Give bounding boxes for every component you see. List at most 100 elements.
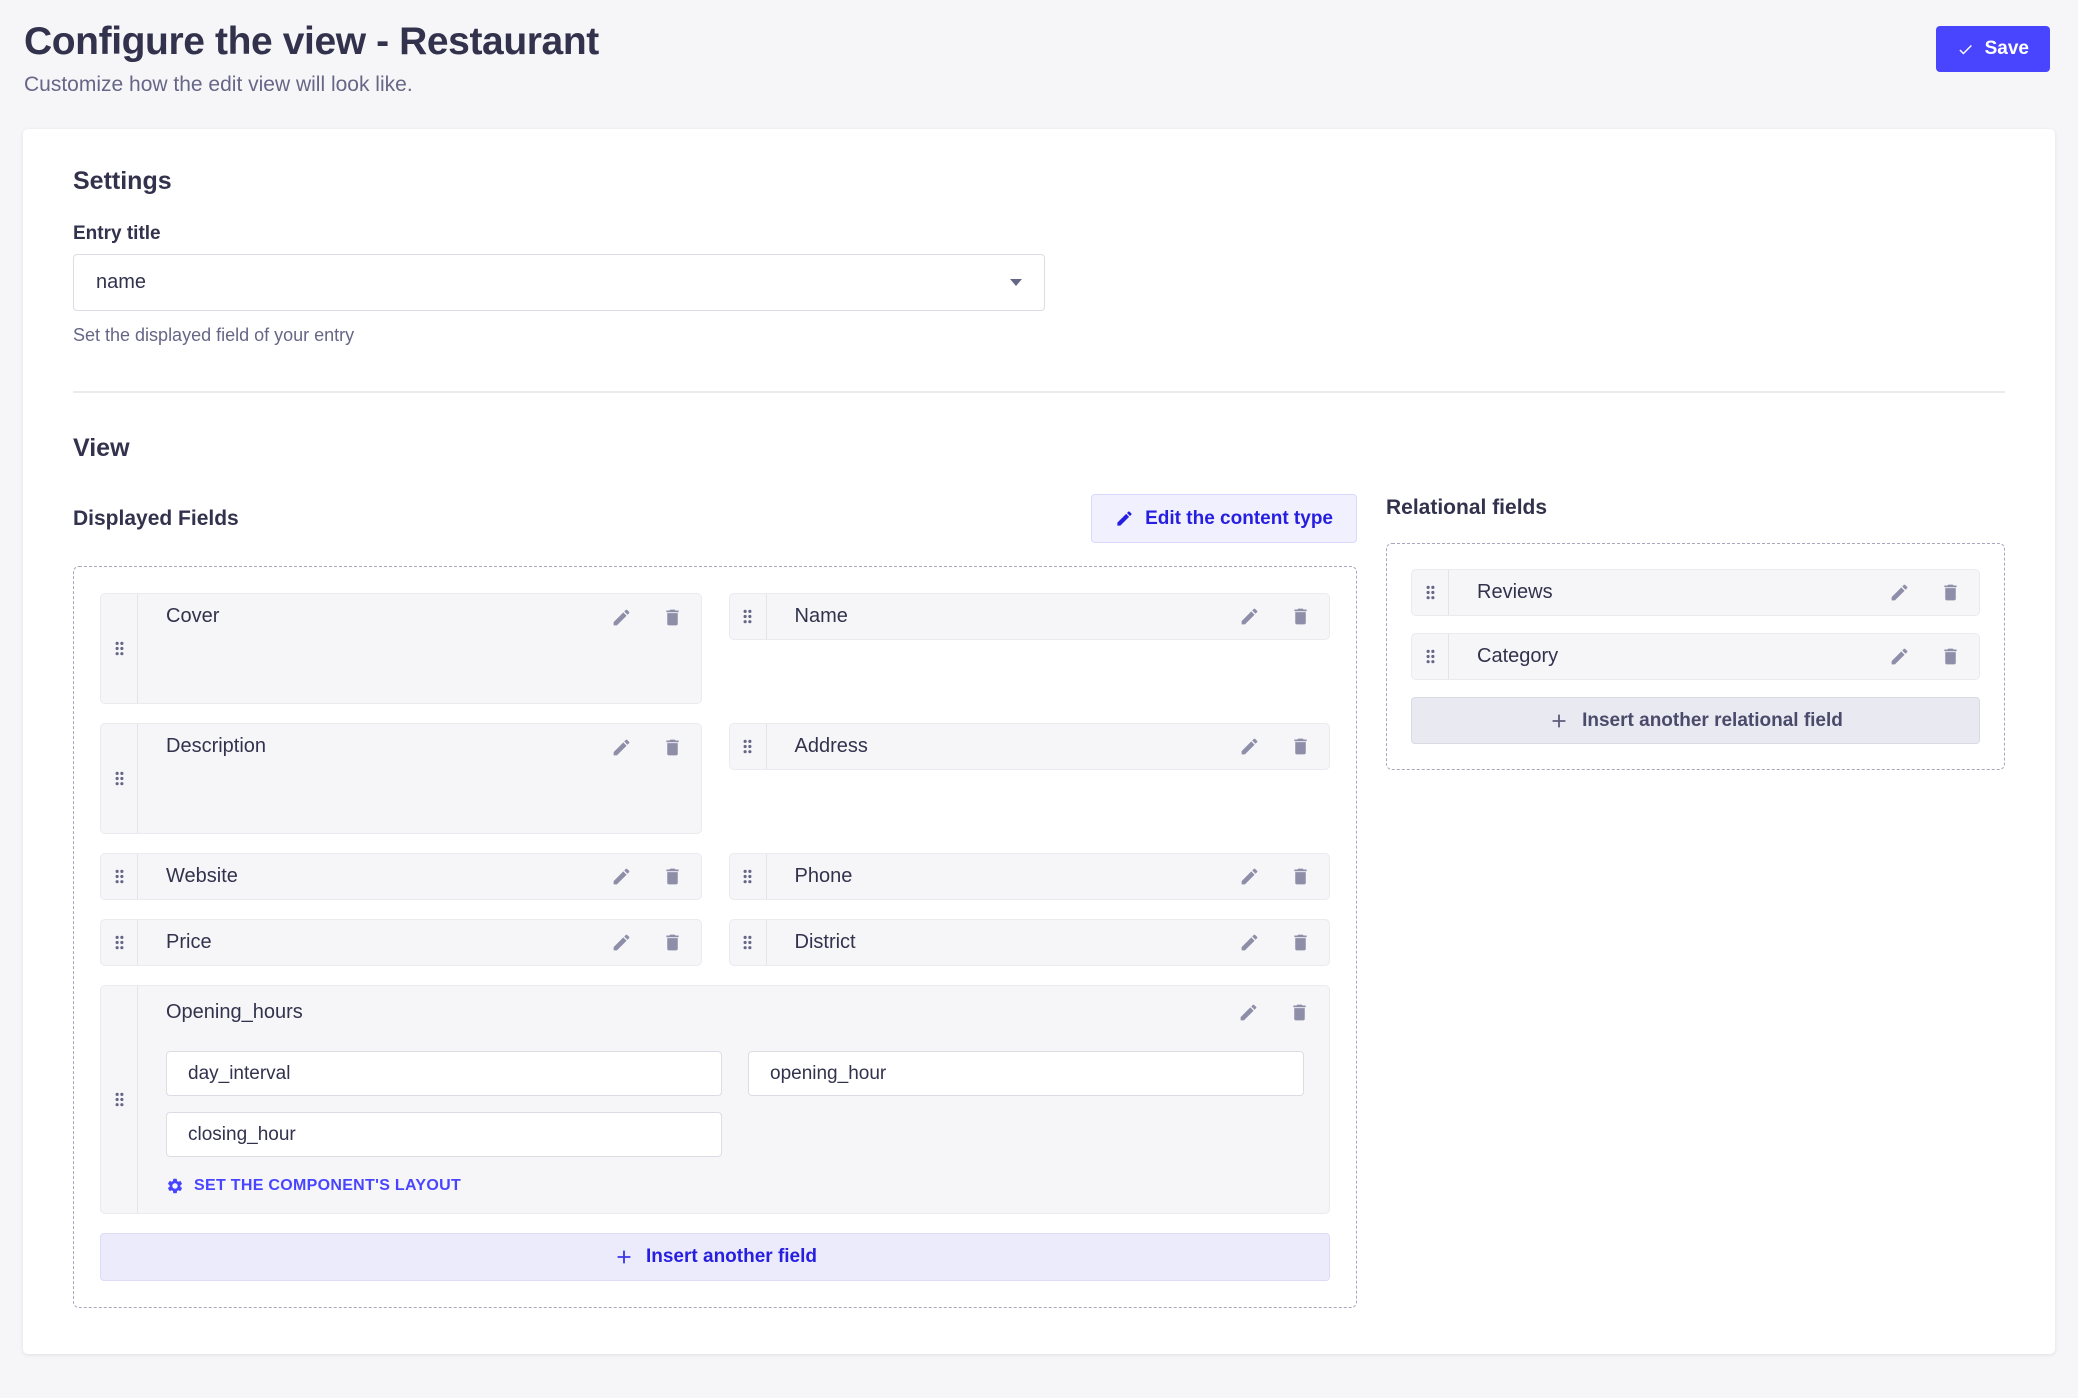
delete-field-button[interactable] — [660, 930, 685, 955]
insert-another-relational-field-button[interactable]: Insert another relational field — [1411, 697, 1980, 744]
pencil-icon — [611, 866, 632, 887]
edit-content-type-button[interactable]: Edit the content type — [1091, 494, 1357, 543]
drag-handle[interactable] — [101, 854, 138, 899]
pencil-icon — [1239, 932, 1260, 953]
view-section: View Displayed Fields Edit the content t… — [73, 434, 2005, 1308]
displayed-fields-header: Displayed Fields Edit the content type — [73, 494, 1357, 543]
drag-dots-icon — [1421, 583, 1440, 602]
field-label: Description — [166, 735, 609, 758]
delete-field-button[interactable] — [1288, 930, 1313, 955]
edit-field-button[interactable] — [1237, 604, 1262, 629]
subfield-closing-hour[interactable]: closing_hour — [166, 1112, 722, 1157]
view-columns: Displayed Fields Edit the content type — [73, 494, 2005, 1308]
component-subfields: day_interval opening_hour closing_hour — [166, 1051, 1304, 1157]
delete-field-button[interactable] — [1938, 644, 1963, 669]
field-actions — [1237, 930, 1313, 955]
trash-icon — [662, 737, 683, 758]
page-header-text: Configure the view - Restaurant Customiz… — [24, 20, 599, 97]
field-label: Phone — [795, 865, 1238, 888]
relational-fields-heading: Relational fields — [1386, 496, 2005, 520]
plus-icon — [1548, 710, 1570, 732]
delete-field-button[interactable] — [660, 735, 685, 760]
field-label: Website — [166, 865, 609, 888]
relational-field-card-reviews[interactable]: Reviews — [1411, 569, 1980, 616]
caret-down-icon — [1010, 279, 1022, 286]
page-title: Configure the view - Restaurant — [24, 20, 599, 64]
edit-field-button[interactable] — [609, 930, 634, 955]
field-actions — [1887, 644, 1963, 669]
drag-handle[interactable] — [101, 724, 138, 833]
relational-fields-column: Relational fields Reviews — [1386, 494, 2005, 770]
edit-field-button[interactable] — [1236, 1000, 1261, 1025]
drag-dots-icon — [110, 933, 129, 952]
delete-field-button[interactable] — [1288, 734, 1313, 759]
delete-field-button[interactable] — [1287, 1000, 1312, 1025]
trash-icon — [1290, 866, 1311, 887]
pencil-icon — [611, 737, 632, 758]
pencil-icon — [611, 607, 632, 628]
drag-handle[interactable] — [730, 854, 767, 899]
drag-handle[interactable] — [1412, 634, 1449, 679]
component-body: Opening_hours day_interval opening — [138, 986, 1329, 1213]
drag-handle[interactable] — [101, 986, 138, 1213]
drag-dots-icon — [110, 1090, 129, 1109]
edit-field-button[interactable] — [609, 864, 634, 889]
field-card-website[interactable]: Website — [100, 853, 702, 900]
drag-handle[interactable] — [730, 920, 767, 965]
edit-field-button[interactable] — [1237, 734, 1262, 759]
entry-title-select[interactable]: name — [73, 254, 1045, 311]
field-card-body: District — [767, 920, 1330, 965]
edit-field-button[interactable] — [1887, 580, 1912, 605]
page-header: Configure the view - Restaurant Customiz… — [0, 0, 2078, 97]
pencil-icon — [1238, 1002, 1259, 1023]
field-card-description[interactable]: Description — [100, 723, 702, 834]
field-card-name[interactable]: Name — [729, 593, 1331, 640]
subfield-day-interval[interactable]: day_interval — [166, 1051, 722, 1096]
field-card-address[interactable]: Address — [729, 723, 1331, 770]
trash-icon — [1940, 646, 1961, 667]
delete-field-button[interactable] — [660, 605, 685, 630]
drag-handle[interactable] — [730, 594, 767, 639]
field-card-body: Description — [138, 724, 701, 833]
field-label: Cover — [166, 605, 609, 628]
edit-field-button[interactable] — [1237, 864, 1262, 889]
relational-field-card-category[interactable]: Category — [1411, 633, 1980, 680]
save-button[interactable]: Save — [1936, 26, 2050, 72]
subfield-opening-hour[interactable]: opening_hour — [748, 1051, 1304, 1096]
drag-handle[interactable] — [1412, 570, 1449, 615]
page-subtitle: Customize how the edit view will look li… — [24, 73, 599, 97]
edit-field-button[interactable] — [609, 605, 634, 630]
drag-handle[interactable] — [101, 920, 138, 965]
drag-dots-icon — [1421, 647, 1440, 666]
field-actions — [609, 864, 685, 889]
field-card-opening-hours[interactable]: Opening_hours day_interval opening — [100, 985, 1330, 1214]
delete-field-button[interactable] — [660, 864, 685, 889]
field-card-district[interactable]: District — [729, 919, 1331, 966]
settings-section: Settings Entry title name Set the displa… — [73, 167, 2005, 346]
pencil-icon — [611, 932, 632, 953]
relational-fields-dropzone: Reviews Category — [1386, 543, 2005, 770]
entry-title-label: Entry title — [73, 223, 2005, 245]
configure-view-page: Configure the view - Restaurant Customiz… — [0, 0, 2078, 1354]
set-component-layout-link[interactable]: SET THE COMPONENT'S LAYOUT — [166, 1177, 461, 1195]
edit-field-button[interactable] — [1887, 644, 1912, 669]
trash-icon — [662, 607, 683, 628]
drag-handle[interactable] — [101, 594, 138, 703]
drag-handle[interactable] — [730, 724, 767, 769]
field-card-body: Price — [138, 920, 701, 965]
field-actions — [1237, 734, 1313, 759]
insert-another-field-button[interactable]: Insert another field — [100, 1233, 1330, 1281]
edit-field-button[interactable] — [609, 735, 634, 760]
field-card-cover[interactable]: Cover — [100, 593, 702, 704]
trash-icon — [662, 866, 683, 887]
edit-field-button[interactable] — [1237, 930, 1262, 955]
field-card-body: Reviews — [1449, 570, 1979, 615]
displayed-fields-dropzone: Cover — [73, 566, 1357, 1308]
field-card-price[interactable]: Price — [100, 919, 702, 966]
field-card-phone[interactable]: Phone — [729, 853, 1331, 900]
field-label: Name — [795, 605, 1238, 628]
delete-field-button[interactable] — [1288, 604, 1313, 629]
delete-field-button[interactable] — [1938, 580, 1963, 605]
field-label: Opening_hours — [166, 1001, 1236, 1024]
delete-field-button[interactable] — [1288, 864, 1313, 889]
